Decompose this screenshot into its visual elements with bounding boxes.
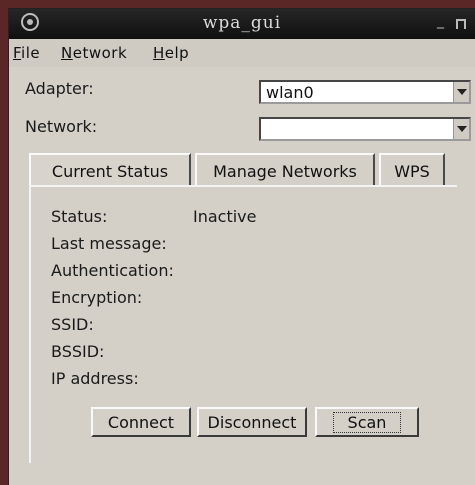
menu-file-mnemonic: F xyxy=(13,44,22,62)
chevron-down-icon[interactable] xyxy=(453,119,469,139)
status-label: Status: xyxy=(51,207,108,226)
menu-network-mnemonic: N xyxy=(61,44,73,62)
tab-current-status[interactable]: Current Status xyxy=(29,153,191,187)
adapter-combo[interactable]: wlan0 xyxy=(259,80,471,104)
network-label: Network: xyxy=(25,117,98,136)
disconnect-button[interactable]: Disconnect xyxy=(197,407,307,437)
ip-address-label: IP address: xyxy=(51,369,139,388)
menu-help-mnemonic: H xyxy=(153,44,165,62)
scan-button[interactable]: Scan xyxy=(315,407,419,437)
chevron-down-icon[interactable] xyxy=(453,82,469,102)
minimize-icon[interactable]: _ xyxy=(437,13,444,29)
maximize-icon[interactable] xyxy=(456,19,466,29)
authentication-label: Authentication: xyxy=(51,261,174,280)
bssid-label: BSSID: xyxy=(51,342,105,361)
window-title: wpa_gui xyxy=(202,13,282,33)
scan-button-label: Scan xyxy=(332,412,402,433)
status-value: Inactive xyxy=(193,207,257,226)
connect-button-label: Connect xyxy=(107,413,175,432)
title-bar[interactable]: wpa_gui _ xyxy=(9,9,475,39)
menu-file-rest: ile xyxy=(21,44,41,62)
connect-button[interactable]: Connect xyxy=(91,407,191,437)
menu-file[interactable]: File xyxy=(13,44,40,62)
menu-bar: File Network Help xyxy=(9,39,475,67)
wpa-gui-window: wpa_gui _ File Network Help Adapter: wla… xyxy=(8,8,475,485)
network-combo[interactable] xyxy=(259,117,471,141)
tab-manage-networks[interactable]: Manage Networks xyxy=(195,153,375,187)
tab-wps[interactable]: WPS xyxy=(379,153,445,187)
adapter-value: wlan0 xyxy=(266,83,314,102)
menu-network[interactable]: Network xyxy=(61,44,127,62)
menu-help-rest: elp xyxy=(164,44,190,62)
disconnect-button-label: Disconnect xyxy=(207,413,297,432)
encryption-label: Encryption: xyxy=(51,288,143,307)
adapter-label: Adapter: xyxy=(25,79,94,98)
last-message-label: Last message: xyxy=(51,234,167,253)
menu-help[interactable]: Help xyxy=(153,44,189,62)
ssid-label: SSID: xyxy=(51,315,94,334)
menu-network-rest: etwork xyxy=(72,44,128,62)
tab-bar: Current Status Manage Networks WPS xyxy=(29,153,449,187)
